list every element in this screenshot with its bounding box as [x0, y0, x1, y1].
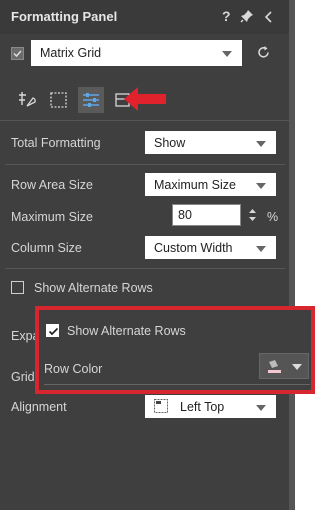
grid-label-partial: Grid: [11, 370, 35, 384]
section-divider: [5, 268, 285, 269]
maximum-size-input[interactable]: 80: [172, 204, 241, 226]
callout-divider: [44, 384, 310, 385]
panel-title: Formatting Panel: [11, 9, 118, 24]
total-formatting-dropdown[interactable]: Show: [145, 131, 276, 154]
row-color-picker[interactable]: [259, 353, 309, 379]
visual-selector-dropdown[interactable]: Matrix Grid: [31, 40, 242, 66]
row-area-size-dropdown[interactable]: Maximum Size: [145, 173, 276, 196]
tabs-divider: [0, 120, 289, 121]
alignment-label: Alignment: [11, 400, 67, 414]
column-size-dropdown[interactable]: Custom Width: [145, 236, 276, 259]
total-formatting-value: Show: [154, 135, 186, 150]
row-color-label: Row Color: [44, 362, 103, 376]
row-area-size-value: Maximum Size: [154, 177, 236, 192]
alignment-dropdown[interactable]: Left Top: [145, 395, 276, 418]
show-alternate-rows-checkbox[interactable]: [11, 281, 24, 294]
maximum-size-label: Maximum Size: [11, 210, 93, 224]
background-strip: [289, 0, 320, 510]
tab-sliders-icon[interactable]: [78, 87, 104, 113]
alignment-value: Left Top: [180, 399, 225, 414]
callout-show-alternate-rows-label: Show Alternate Rows: [67, 324, 186, 338]
column-size-value: Custom Width: [154, 240, 233, 255]
align-left-top-icon: [154, 399, 168, 416]
maximum-size-value: 80: [178, 208, 192, 222]
spinner-icon[interactable]: [248, 206, 257, 229]
chevron-down-icon: [292, 364, 302, 370]
row-area-size-label: Row Area Size: [11, 178, 93, 192]
pin-icon[interactable]: [240, 9, 254, 26]
formatting-panel: Formatting Panel ? Matrix Grid Total For…: [0, 0, 289, 510]
maximum-size-unit: %: [267, 210, 279, 224]
show-alternate-rows-label: Show Alternate Rows: [34, 281, 153, 295]
visual-enabled-checkbox[interactable]: [11, 47, 24, 60]
total-formatting-label: Total Formatting: [11, 136, 101, 150]
callout-show-alternate-rows-checkbox[interactable]: [46, 324, 59, 337]
paint-bucket-icon: [266, 358, 282, 379]
red-arrow-annotation: [123, 86, 167, 117]
chevron-down-icon: [256, 404, 266, 411]
help-button[interactable]: ?: [222, 8, 231, 24]
tab-border-icon[interactable]: [46, 87, 72, 113]
reset-icon[interactable]: [256, 45, 271, 65]
chevron-left-icon[interactable]: [264, 10, 274, 26]
chevron-down-icon: [222, 51, 232, 57]
chevron-down-icon: [256, 245, 266, 252]
panel-edge: [289, 0, 295, 510]
section-divider: [5, 164, 285, 165]
highlight-callout: Show Alternate Rows Row Color: [35, 306, 315, 394]
column-size-label: Column Size: [11, 241, 82, 255]
chevron-down-icon: [256, 140, 266, 147]
chevron-down-icon: [256, 182, 266, 189]
panel-title-bar: Formatting Panel ?: [0, 0, 289, 34]
tab-general-format-icon[interactable]: [14, 87, 40, 113]
visual-selector-value: Matrix Grid: [40, 46, 102, 60]
